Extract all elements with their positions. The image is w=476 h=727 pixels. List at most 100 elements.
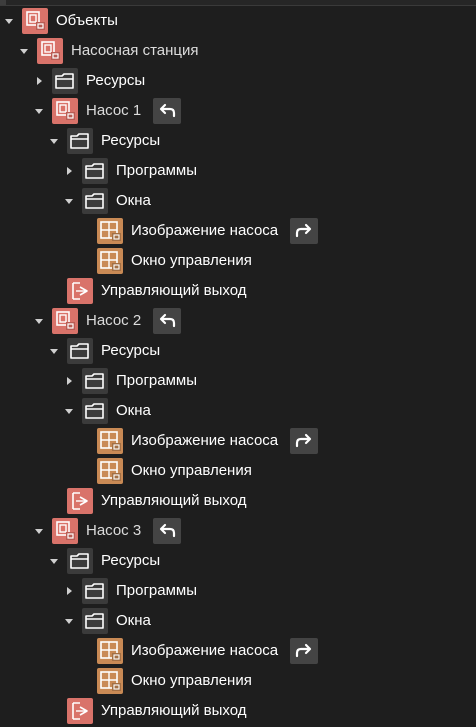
tree-item-label: Насосная станция [71,42,199,59]
chevron-down-icon[interactable] [49,136,59,146]
undo-arrow-icon [153,311,181,331]
object-icon [52,98,78,124]
tree-item-label: Изображение насоса [131,222,279,239]
tree-item-label: Насос 1 [86,102,142,119]
tree-item-label: Управляющий выход [101,492,247,509]
folder-icon [52,68,78,94]
undo-arrow-icon [153,521,181,541]
tree-row[interactable]: Изображение насоса [0,426,476,456]
chevron-down-icon[interactable] [49,556,59,566]
tree-row[interactable]: Насосная станция [0,36,476,66]
tree-item-label: Окна [116,192,151,209]
folder-icon [67,128,93,154]
tree-row[interactable]: Окна [0,396,476,426]
link-forward-button[interactable] [290,218,319,244]
link-back-button[interactable] [153,98,182,124]
tree-item-label: Программы [116,162,198,179]
redo-arrow-icon [290,221,318,241]
chevron-down-icon[interactable] [34,526,44,536]
tree-item-label: Изображение насоса [131,432,279,449]
link-back-button[interactable] [153,518,182,544]
tree-row[interactable]: Программы [0,576,476,606]
tree-item-label: Ресурсы [101,552,161,569]
chevron-down-icon[interactable] [19,46,29,56]
window-icon [97,428,123,454]
folder-icon [82,398,108,424]
redo-arrow-icon [290,641,318,661]
tree-item-label: Программы [116,582,198,599]
tree-row[interactable]: Программы [0,156,476,186]
tree-item-label: Окна [116,612,151,629]
tree-row[interactable]: Изображение насоса [0,216,476,246]
chevron-down-icon[interactable] [4,16,14,26]
folder-icon [82,188,108,214]
window-icon [97,458,123,484]
chevron-right-icon[interactable] [64,166,74,176]
object-icon [52,308,78,334]
window-icon [97,248,123,274]
tree-row[interactable]: Окно управления [0,666,476,696]
tree-row[interactable]: Ресурсы [0,336,476,366]
chevron-right-icon[interactable] [34,76,44,86]
folder-icon [82,158,108,184]
tree-item-label: Программы [116,372,198,389]
chevron-right-icon[interactable] [64,376,74,386]
window-icon [97,638,123,664]
tree-item-label: Окно управления [131,672,252,689]
tree-item-label: Управляющий выход [101,702,247,719]
tree-row[interactable]: Объекты [0,6,476,36]
tree-row[interactable]: Ресурсы [0,126,476,156]
tree-item-label: Ресурсы [101,342,161,359]
tree-row[interactable]: Управляющий выход [0,696,476,726]
tree-row[interactable]: Окно управления [0,456,476,486]
tree-item-label: Изображение насоса [131,642,279,659]
folder-icon [82,368,108,394]
tree-row[interactable]: Насос 2 [0,306,476,336]
tree-item-label: Управляющий выход [101,282,247,299]
tree-row[interactable]: Управляющий выход [0,276,476,306]
tree-row[interactable]: Окно управления [0,246,476,276]
tree-row[interactable]: Насос 1 [0,96,476,126]
tree-item-label: Окна [116,402,151,419]
tree-row[interactable]: Насос 3 [0,516,476,546]
folder-icon [67,338,93,364]
tree-item-label: Окно управления [131,252,252,269]
chevron-down-icon[interactable] [64,616,74,626]
window-icon [97,668,123,694]
chevron-down-icon[interactable] [64,196,74,206]
tree-item-label: Ресурсы [101,132,161,149]
folder-icon [67,548,93,574]
chevron-down-icon[interactable] [34,316,44,326]
tree-row[interactable]: Окна [0,606,476,636]
link-forward-button[interactable] [290,638,319,664]
tree-item-label: Насос 3 [86,522,142,539]
tree-row[interactable]: Ресурсы [0,66,476,96]
tree-row[interactable]: Изображение насоса [0,636,476,666]
tree-row[interactable]: Окна [0,186,476,216]
folder-icon [82,608,108,634]
tree-row[interactable]: Ресурсы [0,546,476,576]
output-icon [67,488,93,514]
folder-icon [82,578,108,604]
tree-row[interactable]: Программы [0,366,476,396]
undo-arrow-icon [153,101,181,121]
object-icon [52,518,78,544]
output-icon [67,698,93,724]
tree-item-label: Объекты [56,12,118,29]
redo-arrow-icon [290,431,318,451]
tree-item-label: Насос 2 [86,312,142,329]
output-icon [67,278,93,304]
window-icon [97,218,123,244]
tree-item-label: Ресурсы [86,72,146,89]
chevron-down-icon[interactable] [64,406,74,416]
tree-row[interactable]: Управляющий выход [0,486,476,516]
link-back-button[interactable] [153,308,182,334]
chevron-down-icon[interactable] [34,106,44,116]
chevron-right-icon[interactable] [64,586,74,596]
panel-top-notch [0,0,6,5]
object-icon [22,8,48,34]
chevron-down-icon[interactable] [49,346,59,356]
object-icon [37,38,63,64]
tree-item-label: Окно управления [131,462,252,479]
link-forward-button[interactable] [290,428,319,454]
